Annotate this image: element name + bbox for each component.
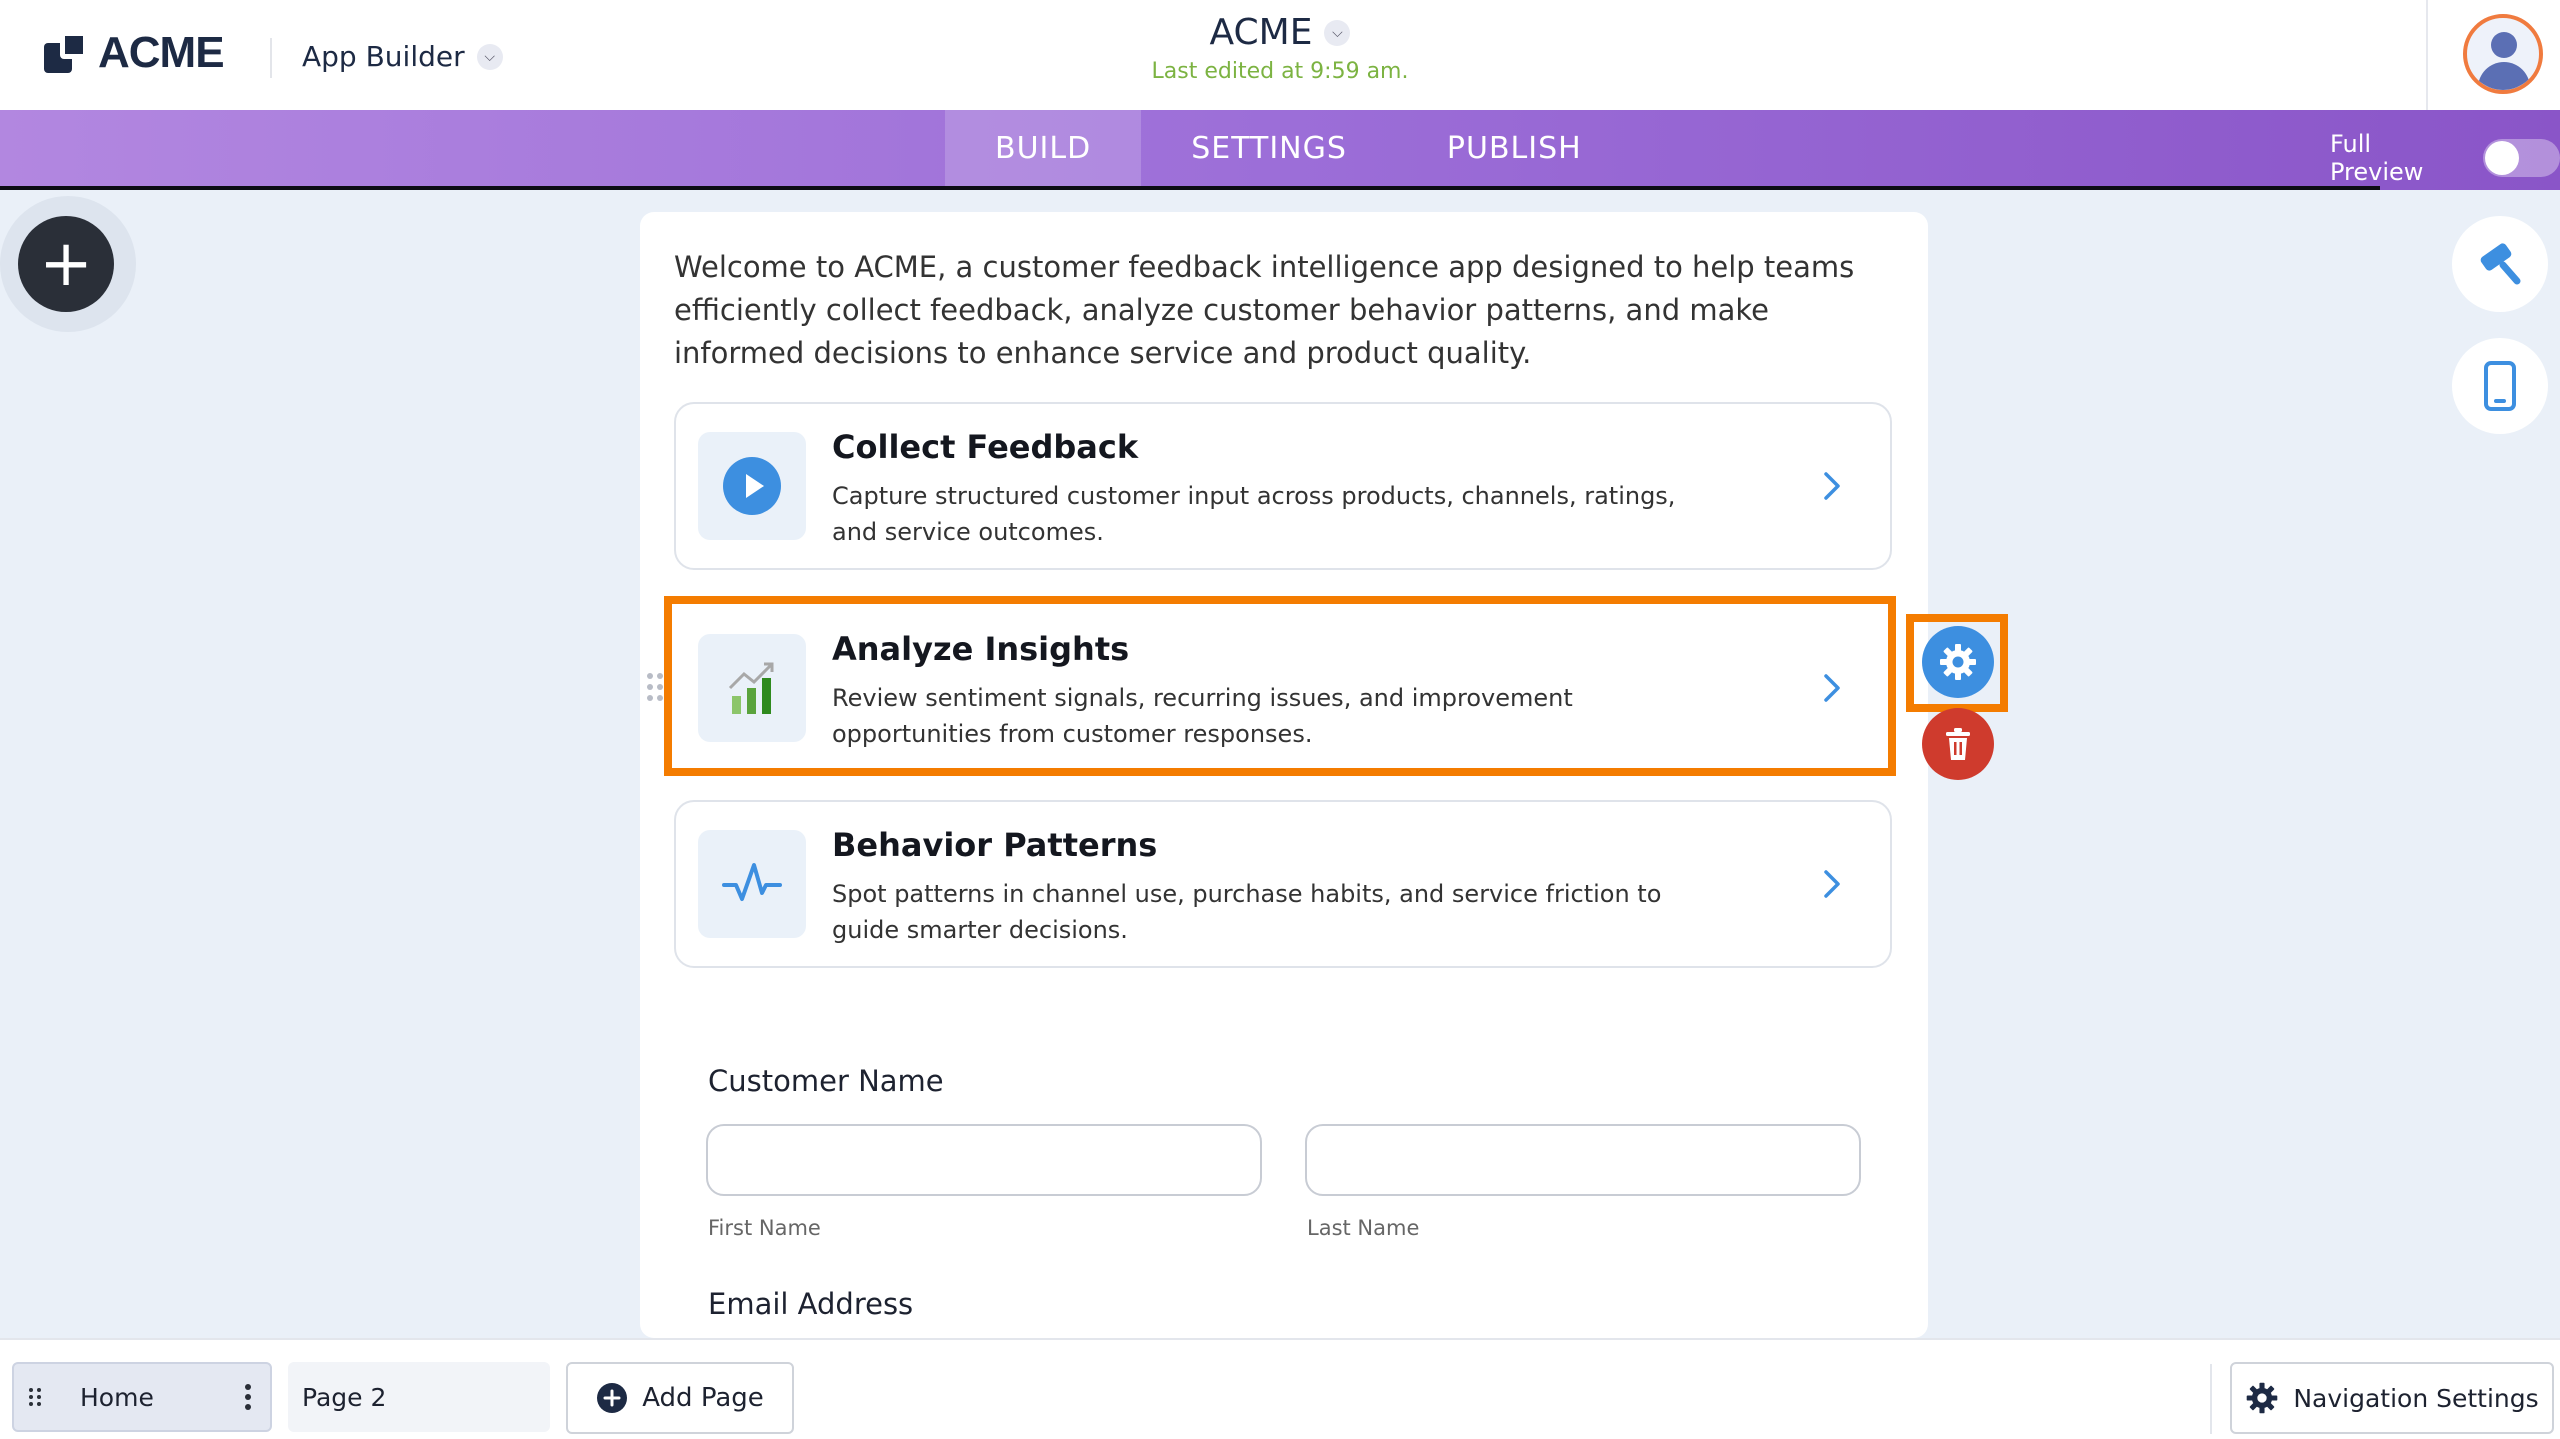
footer-divider [2210, 1364, 2212, 1434]
app-builder-label: App Builder [302, 40, 465, 73]
card-icon-box [698, 830, 806, 938]
card-title: Collect Feedback [832, 428, 1139, 466]
acme-logo[interactable]: ACME [44, 28, 225, 78]
app-title: ACME [1209, 12, 1313, 53]
intro-text: Welcome to ACME, a customer feedback int… [674, 250, 1855, 370]
selected-card-highlight [664, 596, 1896, 776]
app-title-area: ACME ⌵ Last edited at 9:59 am. [1080, 12, 1480, 84]
last-name-sublabel: Last Name [1307, 1216, 1420, 1240]
header-right-divider [2426, 0, 2428, 110]
navbar-bottom-rule [0, 186, 2380, 190]
acme-logo-mark-icon [44, 29, 90, 77]
card-icon-box [698, 432, 806, 540]
tab-settings[interactable]: SETTINGS [1141, 110, 1397, 186]
builder-navbar: BUILD SETTINGS PUBLISH Full Preview [0, 110, 2560, 190]
app-title-dropdown[interactable]: ACME ⌵ [1210, 12, 1351, 53]
chevron-down-icon: ⌵ [476, 43, 503, 70]
builder-tabs: BUILD SETTINGS PUBLISH [945, 110, 1632, 186]
logo-text: ACME [98, 28, 225, 77]
add-page-label: Add Page [642, 1383, 764, 1413]
drag-handle-icon[interactable] [646, 672, 664, 702]
trash-icon [1946, 728, 1970, 760]
full-preview-control: Full Preview [2330, 130, 2560, 186]
design-tool-button[interactable] [2452, 216, 2548, 312]
more-vertical-icon[interactable] [244, 1384, 252, 1410]
last-name-input[interactable] [1305, 1124, 1861, 1196]
card-description: Spot patterns in channel use, purchase h… [832, 880, 1662, 944]
app-builder-dropdown[interactable]: App Builder ⌵ [302, 40, 503, 73]
plus-circle-icon [597, 1383, 628, 1413]
chevron-down-icon: ⌵ [1324, 19, 1351, 46]
page-tab-label: Page 2 [302, 1382, 387, 1412]
email-address-label: Email Address [708, 1287, 914, 1321]
first-name-sublabel: First Name [708, 1216, 821, 1240]
top-header: ACME App Builder ⌵ ACME ⌵ Last edited at… [0, 0, 2560, 110]
paint-roller-icon [2480, 243, 2521, 285]
chevron-right-icon [1824, 870, 1840, 898]
full-preview-toggle[interactable] [2483, 139, 2560, 177]
pages-footer: Home Page 2 Add Page Navigation Settings [0, 1338, 2560, 1439]
add-page-button[interactable]: Add Page [566, 1362, 794, 1434]
first-name-input[interactable] [706, 1124, 1262, 1196]
page-tab-page-2[interactable]: Page 2 [288, 1362, 550, 1432]
add-element-button[interactable]: + [18, 216, 114, 312]
mobile-preview-button[interactable] [2452, 338, 2548, 434]
tab-publish[interactable]: PUBLISH [1397, 110, 1632, 186]
card-title: Behavior Patterns [832, 826, 1158, 864]
plus-icon: + [39, 227, 93, 301]
card-description: Capture structured customer input across… [832, 482, 1676, 546]
page-tab-home[interactable]: Home [12, 1362, 272, 1432]
page-tab-label: Home [80, 1382, 154, 1412]
gear-icon [1940, 644, 1976, 680]
pulse-line-icon [722, 863, 782, 901]
drag-handle-icon[interactable] [28, 1387, 42, 1407]
tab-build[interactable]: BUILD [945, 110, 1142, 186]
last-edited-status: Last edited at 9:59 am. [1151, 59, 1409, 84]
chevron-right-icon [1824, 472, 1840, 500]
header-divider [270, 38, 272, 78]
card-behavior-patterns[interactable]: Behavior Patterns Spot patterns in chann… [674, 800, 1892, 968]
card-collect-feedback[interactable]: Collect Feedback Capture structured cust… [674, 402, 1892, 570]
play-circle-icon [723, 457, 781, 515]
customer-name-label: Customer Name [708, 1064, 944, 1098]
navigation-settings-label: Navigation Settings [2293, 1383, 2539, 1413]
element-settings-button[interactable] [1922, 626, 1994, 698]
mobile-phone-icon [2484, 361, 2516, 411]
full-preview-label: Full Preview [2330, 130, 2424, 186]
user-avatar[interactable] [2463, 14, 2543, 94]
navigation-settings-button[interactable]: Navigation Settings [2230, 1362, 2554, 1434]
gear-icon [2247, 1382, 2278, 1414]
delete-element-button[interactable] [1922, 708, 1994, 780]
